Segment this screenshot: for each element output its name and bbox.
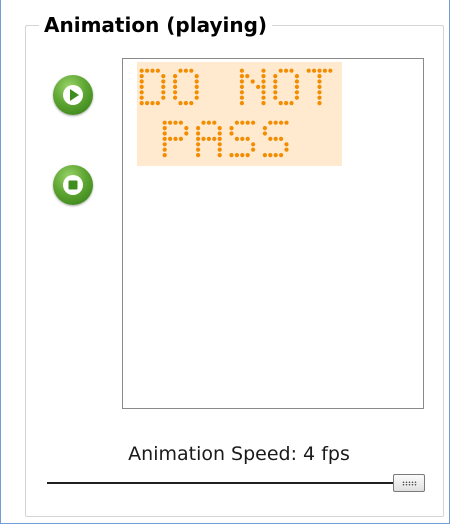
grip-icon [402,481,417,486]
led-char [196,120,222,158]
led-char [306,68,333,106]
led-char [262,120,289,158]
play-button[interactable] [53,75,93,115]
led-char [239,68,266,106]
animation-window: Animation (playing) Animation Speed: 4 f… [0,0,450,524]
groupbox-title: Animation (playing) [39,10,273,40]
led-sign [137,62,342,166]
play-icon [63,85,83,105]
speed-label: Animation Speed: 4 fps [128,443,350,465]
led-char [229,120,256,158]
slider-track [47,482,419,484]
led-char [139,68,166,106]
stop-icon [63,175,83,195]
speed-slider[interactable] [47,472,429,496]
stop-button[interactable] [53,165,93,205]
led-char [162,120,189,158]
slider-thumb[interactable] [393,474,425,492]
led-char [273,68,299,106]
led-sign-text [139,68,333,158]
led-char [173,68,199,106]
animation-display [122,58,424,409]
